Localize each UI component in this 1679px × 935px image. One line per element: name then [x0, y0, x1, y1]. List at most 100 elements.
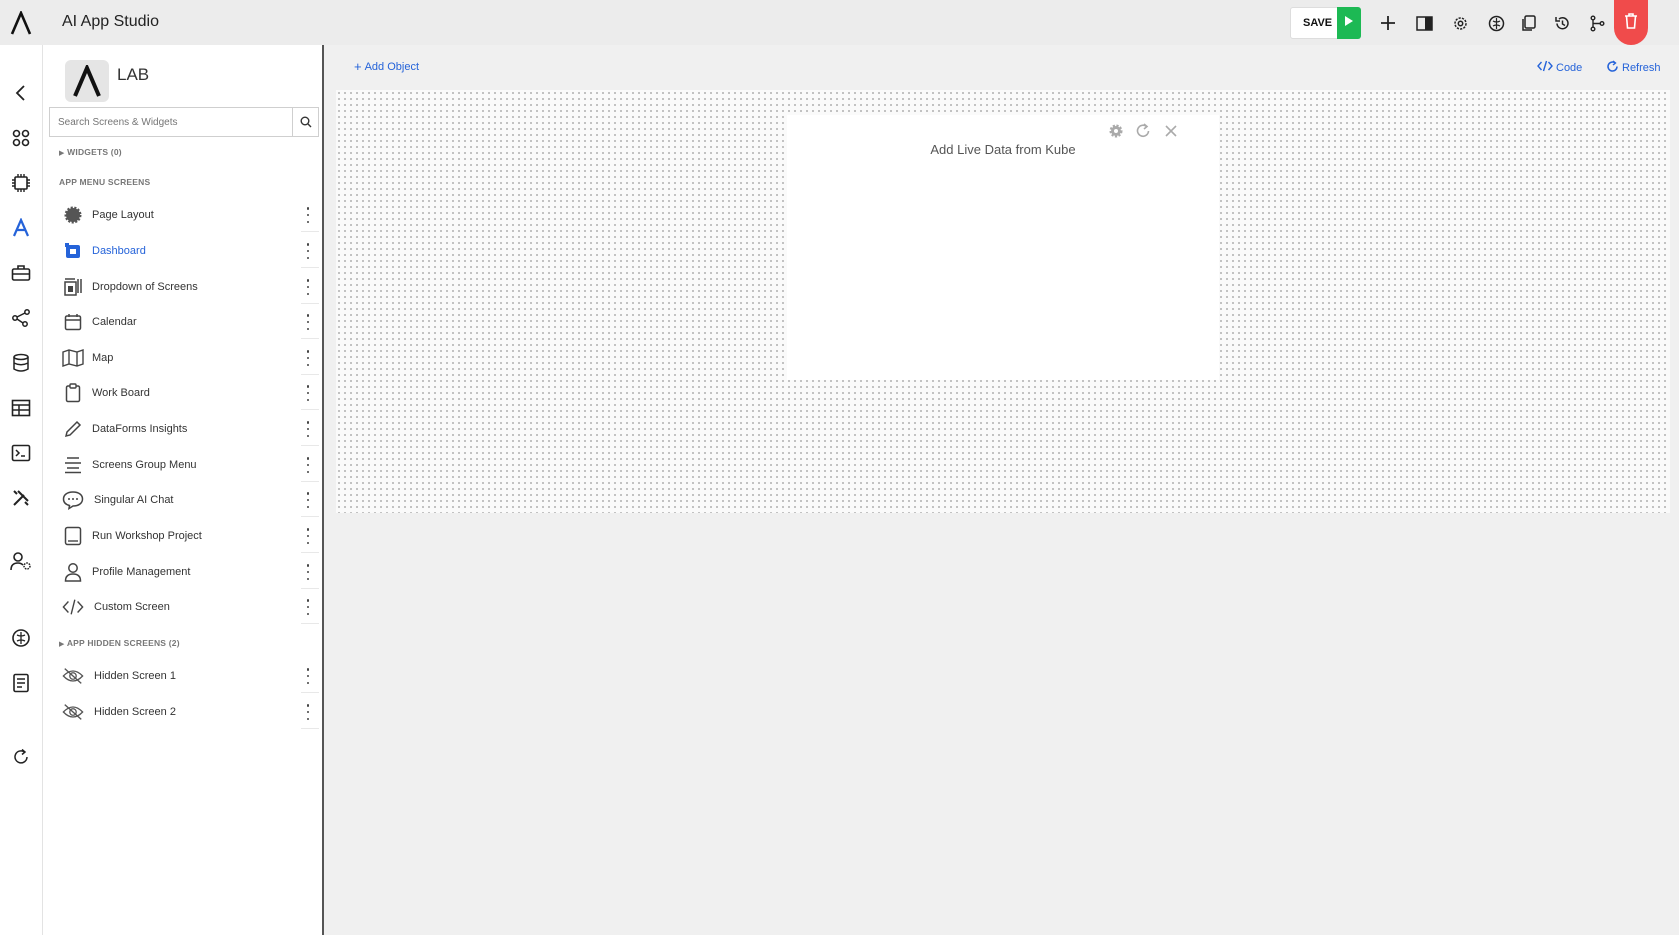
screen-label: Page Layout: [92, 209, 154, 221]
more-options-icon[interactable]: [305, 243, 311, 259]
screen-item-dashboard[interactable]: Dashboard: [57, 234, 319, 268]
more-options-icon[interactable]: [305, 457, 311, 473]
screen-item-hidden-screen-2[interactable]: Hidden Screen 2: [57, 695, 319, 729]
eye-off-icon: [62, 665, 84, 687]
app-menu-screens-header: APP MENU SCREENS: [59, 177, 151, 187]
table-icon[interactable]: [9, 396, 33, 420]
hidden-screens-section-toggle[interactable]: ▶ APP HIDDEN SCREENS (2): [59, 638, 180, 648]
more-options-icon[interactable]: [305, 668, 311, 684]
brain-icon[interactable]: [1485, 12, 1507, 34]
copy-icon[interactable]: [1517, 12, 1539, 34]
history-icon[interactable]: [1551, 12, 1573, 34]
terminal-icon[interactable]: [9, 441, 33, 465]
add-icon[interactable]: [1377, 12, 1399, 34]
screen-label: Map: [92, 352, 114, 364]
panel-icon[interactable]: [1413, 12, 1435, 34]
add-object-button[interactable]: + Add Object: [354, 60, 419, 73]
more-options-icon[interactable]: [305, 704, 311, 720]
screen-item-hidden-screen-1[interactable]: Hidden Screen 1: [57, 659, 319, 693]
run-button[interactable]: [1337, 7, 1361, 39]
search-input[interactable]: [50, 108, 290, 136]
brain-icon[interactable]: [9, 626, 33, 650]
user-icon: [62, 561, 84, 583]
toolbox-icon[interactable]: [9, 261, 33, 285]
screen-label: Dropdown of Screens: [92, 281, 198, 293]
screen-item-dropdown-of-screens[interactable]: Dropdown of Screens: [57, 270, 319, 304]
gear-badge-icon: [62, 204, 84, 226]
screen-item-dataforms-insights[interactable]: DataForms Insights: [57, 412, 319, 446]
back-icon[interactable]: [9, 81, 33, 105]
user-settings-icon[interactable]: [9, 549, 33, 573]
search-box: [49, 107, 319, 137]
more-options-icon[interactable]: [305, 350, 311, 366]
play-icon: [1344, 14, 1354, 32]
screen-item-run-workshop-project[interactable]: Run Workshop Project: [57, 519, 319, 553]
screen-label: Singular AI Chat: [94, 494, 174, 506]
screen-label: Run Workshop Project: [92, 530, 202, 542]
screen-item-calendar[interactable]: Calendar: [57, 305, 319, 339]
screen-label: Hidden Screen 2: [94, 706, 176, 718]
tools-icon[interactable]: [9, 486, 33, 510]
database-icon[interactable]: [9, 351, 33, 375]
screen-item-singular-ai-chat[interactable]: Singular AI Chat: [57, 483, 319, 517]
screen-item-profile-management[interactable]: Profile Management: [57, 555, 319, 589]
refresh-button[interactable]: Refresh: [1606, 60, 1661, 76]
screen-item-work-board[interactable]: Work Board: [57, 376, 319, 410]
screen-label: Dashboard: [92, 245, 146, 257]
screen-label: DataForms Insights: [92, 423, 188, 435]
live-data-widget[interactable]: Add Live Data from Kube: [787, 115, 1219, 380]
screen-item-screens-group-menu[interactable]: Screens Group Menu: [57, 448, 319, 482]
chip-icon[interactable]: [9, 171, 33, 195]
clipboard-icon: [62, 382, 84, 404]
calendar-icon: [62, 311, 84, 333]
left-nav: [0, 45, 43, 935]
hidden-screens-header: APP HIDDEN SCREENS (2): [66, 638, 180, 648]
screen-item-custom-screen[interactable]: Custom Screen: [57, 590, 319, 624]
book-icon[interactable]: [9, 671, 33, 695]
code-icon: [62, 596, 84, 618]
app-logo-icon[interactable]: [8, 8, 34, 38]
eye-off-icon: [62, 701, 84, 723]
plus-icon: +: [354, 59, 362, 74]
screen-item-page-layout[interactable]: Page Layout: [57, 198, 319, 232]
screen-label: Screens Group Menu: [92, 459, 197, 471]
top-bar: AI App Studio SAVE: [0, 0, 1679, 45]
settings-icon[interactable]: [1449, 12, 1471, 34]
delete-button[interactable]: [1614, 0, 1648, 45]
refresh-icon: [1606, 60, 1619, 76]
more-options-icon[interactable]: [305, 599, 311, 615]
more-options-icon[interactable]: [305, 492, 311, 508]
screen-item-map[interactable]: Map: [57, 341, 319, 375]
apps-icon[interactable]: [9, 126, 33, 150]
refresh-label: Refresh: [1622, 62, 1661, 74]
design-canvas[interactable]: Add Live Data from Kube: [336, 90, 1670, 513]
more-options-icon[interactable]: [305, 279, 311, 295]
map-icon: [62, 347, 84, 369]
studio-icon[interactable]: [9, 216, 33, 240]
lab-logo-icon: [65, 60, 109, 102]
more-options-icon[interactable]: [305, 421, 311, 437]
screen-label: Custom Screen: [94, 601, 170, 613]
more-options-icon[interactable]: [305, 385, 311, 401]
widget-close-icon[interactable]: [1162, 122, 1180, 140]
widget-placeholder-text: Add Live Data from Kube: [930, 142, 1076, 157]
more-options-icon[interactable]: [305, 207, 311, 223]
more-options-icon[interactable]: [305, 564, 311, 580]
screen-label: Hidden Screen 1: [94, 670, 176, 682]
screen-label: Work Board: [92, 387, 150, 399]
tablet-icon: [62, 525, 84, 547]
more-options-icon[interactable]: [305, 314, 311, 330]
add-object-label: Add Object: [364, 60, 420, 73]
widgets-section-toggle[interactable]: ▶ WIDGETS (0): [59, 147, 122, 157]
trash-icon: [1624, 12, 1638, 34]
refresh-icon[interactable]: [9, 745, 33, 769]
pencil-icon: [62, 418, 84, 440]
code-button[interactable]: Code: [1537, 60, 1582, 75]
widget-refresh-icon[interactable]: [1134, 122, 1152, 140]
graph-icon[interactable]: [9, 306, 33, 330]
widget-settings-icon[interactable]: [1107, 122, 1125, 140]
more-options-icon[interactable]: [305, 528, 311, 544]
search-icon[interactable]: [292, 108, 318, 136]
branch-icon[interactable]: [1586, 12, 1608, 34]
caret-right-icon: ▶: [59, 641, 65, 648]
